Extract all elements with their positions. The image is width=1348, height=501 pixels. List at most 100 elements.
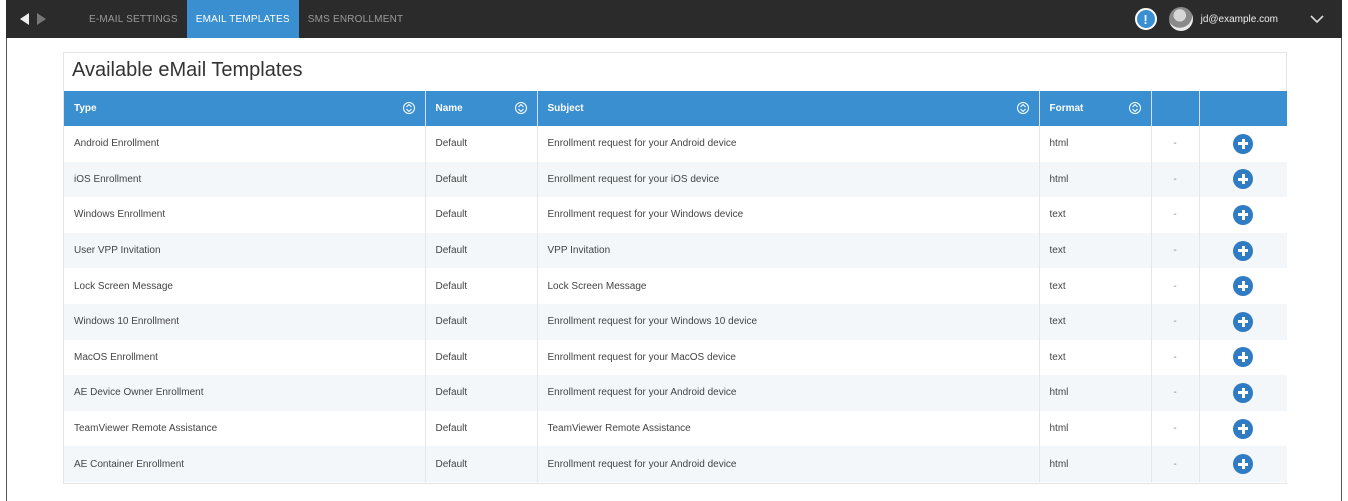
table-row[interactable]: Lock Screen Message Default Lock Screen Me… [64,268,1287,304]
add-circle-icon[interactable] [1233,133,1254,154]
user-email[interactable]: jd@example.com [1201,14,1278,25]
cell-format: html [1039,446,1152,482]
add-circle-icon[interactable] [1233,240,1254,261]
cell-type: AE Container Enrollment [64,446,426,482]
column-header-blank [1151,91,1200,126]
table-row[interactable]: AE Container Enrollment Default Enrollment… [64,446,1287,482]
cell-subject: Enrollment request for your Android devi… [537,446,1040,482]
table-body: Android Enrollment Default Enrollment requ… [64,126,1287,482]
cell-extra: - [1151,410,1200,447]
cell-extra: - [1151,339,1200,376]
add-circle-icon[interactable] [1233,311,1254,332]
column-header-label: Name [435,103,463,114]
cell-extra: - [1151,161,1200,198]
cell-type: User VPP Invitation [64,232,426,269]
cell-extra: - [1151,268,1200,304]
cell-type: Lock Screen Message [64,268,426,304]
table-row[interactable]: Windows 10 Enrollment Default Enrollment r… [64,303,1287,340]
table-row[interactable]: iOS Enrollment Default Enrollment request … [64,161,1287,198]
cell-extra: - [1151,446,1200,482]
cell-name: Default [425,161,538,198]
column-header-type[interactable]: Type [64,91,426,126]
exclamation-icon[interactable]: ! [1134,8,1157,30]
cell-format: text [1039,268,1152,304]
back-arrow-icon[interactable] [20,13,29,25]
history-nav [20,13,72,25]
cell-type: Android Enrollment [64,126,426,162]
table-row[interactable]: MacOS Enrollment Default Enrollment reques… [64,339,1287,376]
cell-name: Default [425,197,538,233]
column-header-name[interactable]: Name [425,91,538,126]
table-row[interactable]: Windows Enrollment Default Enrollment requ… [64,197,1287,233]
page-title: Available eMail Templates [72,59,303,81]
table-row[interactable]: AE Device Owner Enrollment Default Enrollm… [64,375,1287,411]
table-row[interactable]: Android Enrollment Default Enrollment requ… [64,126,1287,162]
cell-type: Windows 10 Enrollment [64,303,426,340]
avatar[interactable] [1168,7,1193,31]
cell-subject: Enrollment request for your Windows 10 d… [537,303,1040,340]
cell-subject: Lock Screen Message [537,268,1040,304]
user-area: ! jd@example.com [1134,0,1342,38]
add-circle-icon[interactable] [1233,204,1254,225]
cell-subject: Enrollment request for your MacOS device [537,339,1040,376]
cell-action [1199,303,1287,340]
cell-name: Default [425,232,538,269]
cell-name: Default [425,375,538,411]
sort-icon[interactable] [1016,101,1029,115]
sort-icon[interactable] [1128,101,1141,115]
cell-format: text [1039,339,1152,376]
column-header-format[interactable]: Format [1039,91,1152,126]
cell-name: Default [425,303,538,340]
cell-type: MacOS Enrollment [64,339,426,376]
cell-name: Default [425,446,538,482]
tab-email-templates[interactable]: EMAIL TEMPLATES [186,0,299,38]
table-header-row: Type Name Subject Format [64,91,1287,126]
cell-action [1199,126,1287,162]
sort-icon[interactable] [402,101,415,115]
cell-extra: - [1151,232,1200,269]
add-circle-icon[interactable] [1233,276,1254,297]
cell-type: TeamViewer Remote Assistance [64,410,426,447]
cell-format: html [1039,410,1152,447]
add-circle-icon[interactable] [1233,169,1254,190]
tab-sms-enrollment[interactable]: SMS ENROLLMENT [299,0,413,38]
cell-format: text [1039,232,1152,269]
column-header-label: Subject [547,103,584,114]
cell-subject: Enrollment request for your Windows devi… [537,197,1040,233]
cell-type: iOS Enrollment [64,161,426,198]
cell-type: Windows Enrollment [64,197,426,233]
tab-email-settings[interactable]: E-MAIL SETTINGS [80,0,187,38]
cell-action [1199,446,1287,482]
add-circle-icon[interactable] [1233,347,1254,368]
column-header-subject[interactable]: Subject [537,91,1040,126]
cell-action [1199,410,1287,447]
cell-name: Default [425,126,538,162]
templates-table: Type Name Subject Format Android Enrollm… [64,91,1287,482]
chevron-down-icon[interactable] [1308,10,1326,28]
cell-action [1199,232,1287,269]
column-header-actions [1199,91,1287,126]
add-circle-icon[interactable] [1233,382,1254,403]
forward-arrow-icon[interactable] [37,13,46,25]
cell-format: html [1039,375,1152,411]
table-row[interactable]: User VPP Invitation Default VPP Invitation… [64,232,1287,269]
cell-subject: Enrollment request for your Android devi… [537,126,1040,162]
cell-subject: Enrollment request for your iOS device [537,161,1040,198]
cell-extra: - [1151,126,1200,162]
cell-name: Default [425,339,538,376]
cell-subject: VPP Invitation [537,232,1040,269]
table-row[interactable]: TeamViewer Remote Assistance Default TeamV… [64,410,1287,447]
cell-type: AE Device Owner Enrollment [64,375,426,411]
add-circle-icon[interactable] [1233,418,1254,439]
cell-format: html [1039,161,1152,198]
cell-extra: - [1151,375,1200,411]
cell-format: text [1039,197,1152,233]
cell-name: Default [425,268,538,304]
add-circle-icon[interactable] [1233,454,1254,475]
column-header-label: Format [1049,103,1084,114]
cell-format: html [1039,126,1152,162]
cell-subject: Enrollment request for your Android devi… [537,375,1040,411]
sort-icon[interactable] [514,101,527,115]
templates-panel: Available eMail Templates Type Name Subj… [63,52,1287,484]
cell-action [1199,339,1287,376]
